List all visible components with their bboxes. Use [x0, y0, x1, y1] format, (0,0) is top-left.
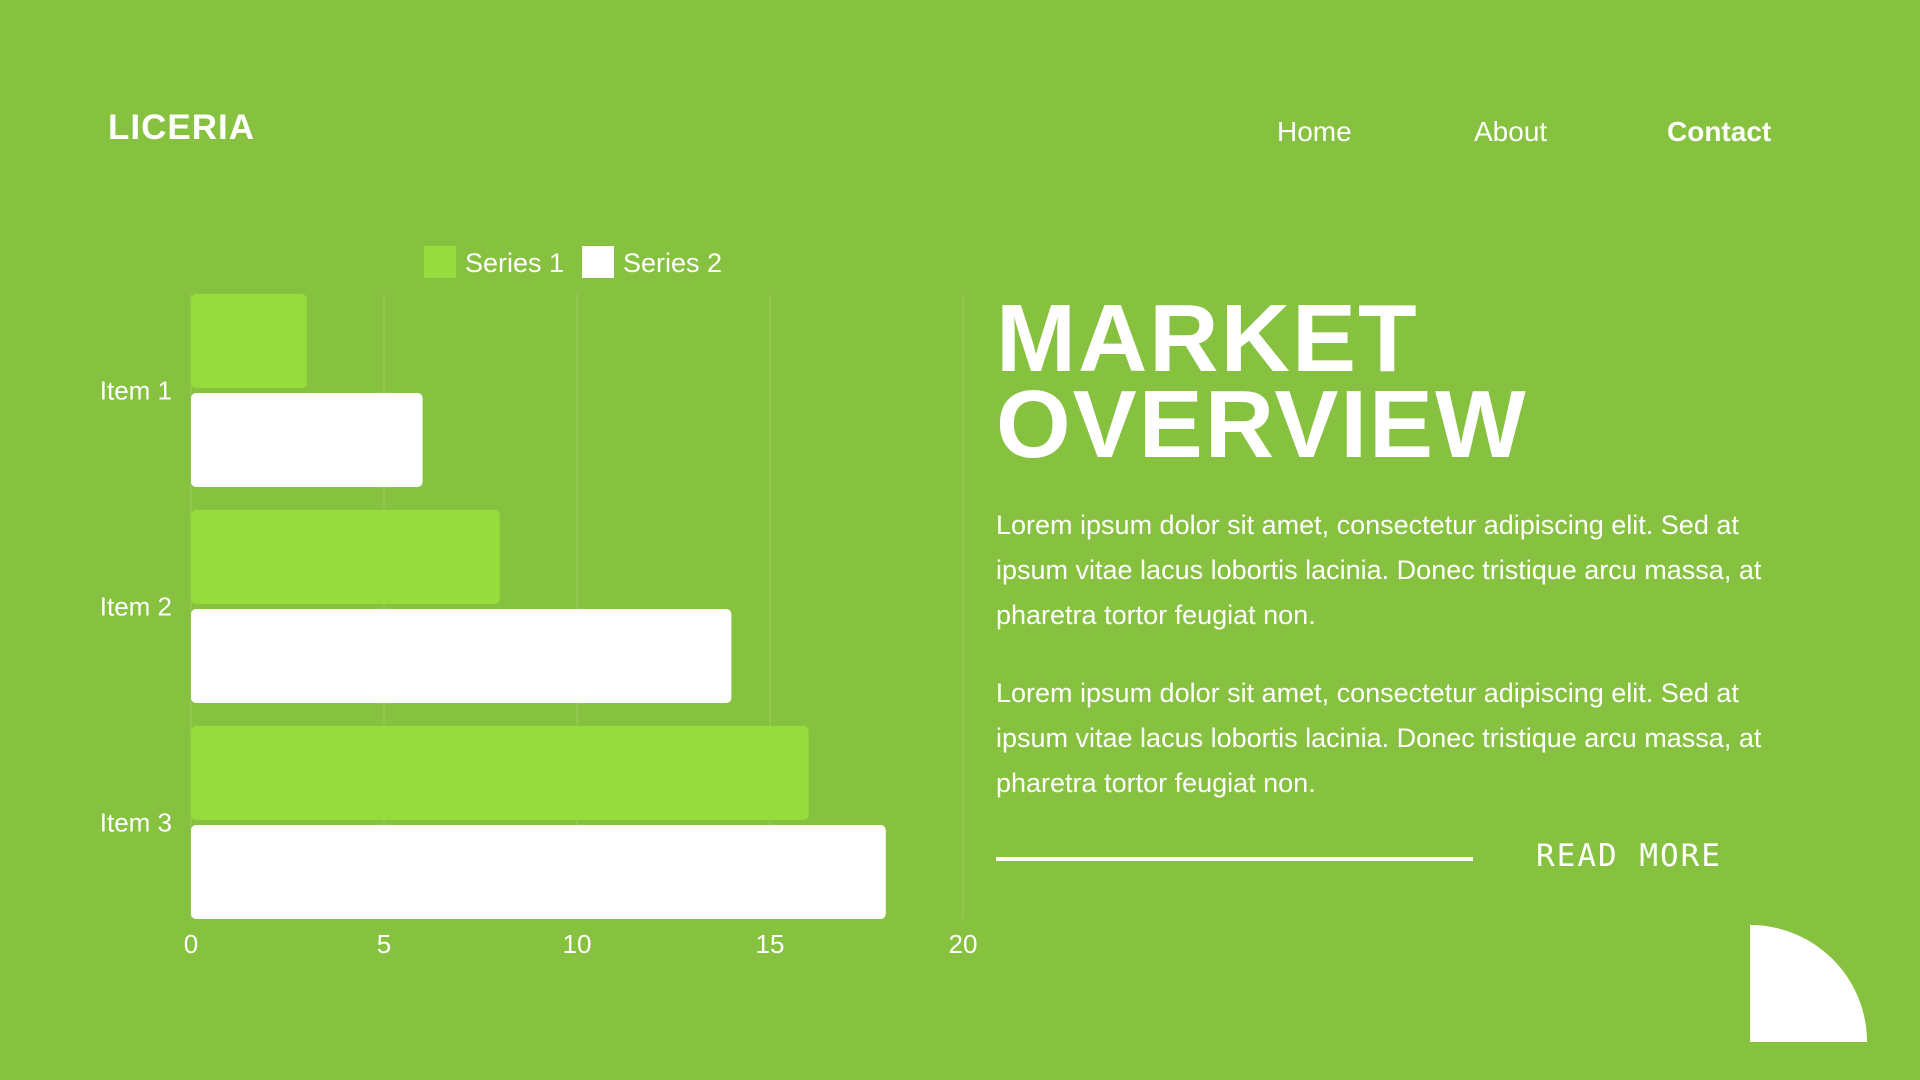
category-label-1: Item 1: [100, 376, 172, 406]
bar-2-3: [191, 825, 886, 919]
page-title: MARKET OVERVIEW: [996, 285, 1528, 478]
bar-1-3: [191, 726, 809, 820]
body-paragraph-2: Lorem ipsum dolor sit amet, consectetur …: [996, 678, 1762, 798]
x-tick-label-0: 0: [184, 929, 198, 959]
decorative-quarter-circle: [1750, 925, 1867, 1042]
market-bar-chart: Item 1 Item 2 Item 3 0 5 10 15 20 Series 1 Series…: [100, 246, 978, 959]
read-more-link[interactable]: READ MORE: [1536, 838, 1722, 874]
x-tick-label-2: 10: [563, 929, 592, 959]
bar-1-1: [191, 294, 307, 388]
x-tick-label-3: 15: [756, 929, 785, 959]
body-paragraph-1: Lorem ipsum dolor sit amet, consectetur …: [996, 510, 1762, 630]
nav-contact[interactable]: Contact: [1667, 116, 1771, 148]
legend-label-1: Series 1: [465, 248, 564, 278]
category-label-2: Item 2: [100, 592, 172, 622]
nav-home[interactable]: Home: [1277, 116, 1352, 148]
legend-swatch-1: [424, 246, 456, 278]
x-tick-label-4: 20: [949, 929, 978, 959]
category-label-3: Item 3: [100, 808, 172, 838]
title-line-2: OVERVIEW: [996, 371, 1528, 478]
bar-1-2: [191, 510, 500, 604]
divider-line: [996, 857, 1473, 861]
bar-2-1: [191, 393, 423, 487]
legend-label-2: Series 2: [623, 248, 722, 278]
bar-2-2: [191, 609, 732, 703]
title-line-1: MARKET: [996, 285, 1419, 392]
legend-swatch-2: [582, 246, 614, 278]
x-tick-label-1: 5: [377, 929, 391, 959]
nav-about[interactable]: About: [1474, 116, 1547, 148]
